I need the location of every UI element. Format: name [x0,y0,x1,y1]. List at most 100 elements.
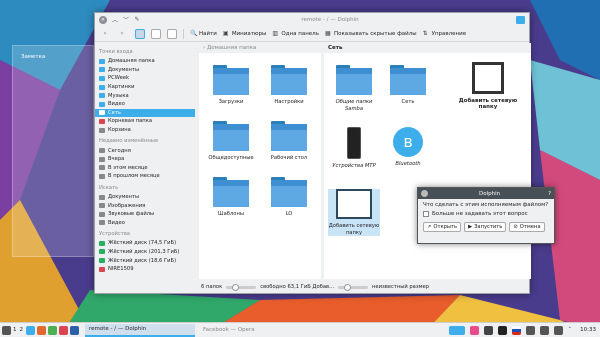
places-item[interactable]: Корневая папка [95,117,195,126]
tray-monitor-icon[interactable] [484,325,494,335]
clock[interactable]: 10:33 [580,327,596,333]
places-item[interactable]: Жёсткий диск (18,6 ГиБ) [95,256,195,265]
folder-item[interactable]: Загрузки [205,65,257,106]
folder-item[interactable]: Настройки [263,65,315,106]
network-item-label: Сеть [401,99,415,105]
battery-icon[interactable] [554,325,564,335]
chrome-launcher-icon[interactable] [48,325,57,335]
task-dolphin[interactable]: remote - / — Dolphin [85,323,195,337]
find-button[interactable]: 🔍 Найти [190,30,217,37]
network-item-bluetooth[interactable]: ʙ Bluetooth [382,127,434,168]
opera-launcher-icon[interactable] [59,325,68,335]
places-item[interactable]: Документы [95,66,195,75]
places-item[interactable]: Видео [95,100,195,109]
places-item[interactable]: Вчера [95,155,195,164]
run-button[interactable]: ▶ Запустить [464,222,507,232]
dolphin-launcher-icon[interactable] [26,325,35,335]
tray-up-icon[interactable]: ˄ [568,327,571,333]
forward-icon[interactable]: › [118,30,126,37]
breadcrumb-right[interactable]: Сеть [324,43,531,53]
window-up-icon[interactable]: ︿ [111,15,119,24]
places-item[interactable]: В этом месяце [95,164,195,173]
folder-icon [213,65,249,95]
status-bar: 6 папок свободно 63,1 ГиБ Добав... неизв… [199,281,531,293]
places-item-label: Музыка [108,92,129,99]
kde-menu-icon[interactable] [2,325,11,335]
folder-item[interactable]: Шаблоны [205,177,257,218]
places-item[interactable]: В прошлом месяце [95,172,195,181]
add-network-folder-icon [472,62,504,94]
places-item[interactable]: Домашняя папка [95,57,195,66]
desktop-2-label[interactable]: 2 [20,327,24,333]
places-item[interactable]: Звуковые файлы [95,210,195,219]
places-item[interactable]: Жёсткий диск (201,3 ГиБ) [95,248,195,257]
dont-ask-checkbox[interactable]: Больше не задавать этот вопрос [423,211,549,217]
split-button[interactable]: ▥ Одна панель [272,30,319,37]
title-bar[interactable]: × ︿ ﹀ ✎ remote - / — Dolphin [95,13,529,26]
places-item[interactable]: Жёсткий диск (74,5 ГиБ) [95,239,195,248]
add-network-folder-action[interactable]: Добавить сетевую папку [449,62,527,110]
control-button[interactable]: ⇅ Управление [423,30,467,37]
tray-app-icon[interactable] [449,325,466,335]
task-opera-label: Facebook — Opera [203,327,255,333]
volume-icon[interactable] [540,325,550,335]
places-item-network[interactable]: Сеть [95,108,195,118]
network-item-mtp[interactable]: Устройства MTP [328,127,380,170]
zoom-slider-handle[interactable] [344,283,352,291]
zoom-slider-handle[interactable] [232,283,240,291]
details-view-button[interactable] [167,28,177,39]
calendar-icon [99,156,105,162]
left-view-pane[interactable]: › Домашняя папка Загрузки Настройки Обще… [199,43,321,279]
network-item-samba[interactable]: Общие папки Samba [328,65,380,112]
search-icon: 🔍 [190,30,198,37]
firefox-launcher-icon[interactable] [37,325,46,335]
folder-item[interactable]: LO [263,177,315,218]
places-item[interactable]: Сегодня [95,146,195,155]
places-item[interactable]: Музыка [95,91,195,100]
places-item-label: NIRE1509 [108,266,134,273]
split-label: Одна панель [281,30,319,37]
places-item-label: В прошлом месяце [108,173,160,180]
network-tray-icon[interactable] [526,325,536,335]
folder-item[interactable]: Рабочий стол [263,121,315,162]
folder-label: Общедоступные [208,155,254,161]
places-item[interactable]: Картинки [95,83,195,92]
office-launcher-icon[interactable] [70,325,79,335]
zoom-slider[interactable] [226,283,257,291]
zoom-slider-right[interactable] [338,283,369,291]
desktop-panel-widget[interactable]: Заметка [12,45,94,257]
open-button[interactable]: ↗ Открыть [423,222,462,232]
tray-paint-icon[interactable] [470,325,480,335]
network-item-label: Общие папки Samba [335,99,373,112]
places-item[interactable]: Видео [95,219,195,228]
dialog-title-bar[interactable]: Dolphin ? [418,188,554,199]
network-item-add[interactable]: Добавить сетевую папку [328,189,380,236]
breadcrumb-left[interactable]: › Домашняя папка [199,43,321,53]
desktop-1-label[interactable]: 1 [13,327,17,333]
places-item-label: Видео [108,219,125,226]
window-down-icon[interactable]: ﹀ [122,15,130,24]
back-icon[interactable]: ‹ [101,30,109,37]
places-item-label: Домашняя папка [108,58,155,65]
window-pin-icon[interactable]: ✎ [133,16,141,23]
network-item-network[interactable]: Сеть [382,65,434,106]
folder-item[interactable]: Общедоступные [205,121,257,162]
task-opera[interactable]: Facebook — Opera [199,324,319,337]
tray-terminal-icon[interactable] [498,325,508,335]
dialog-close-icon[interactable] [421,190,428,197]
compact-view-button[interactable] [151,28,161,39]
help-icon[interactable]: ? [548,191,551,197]
hidden-files-button[interactable]: ▦ Показывать скрытые файлы [325,30,417,37]
icons-view-button[interactable] [135,28,145,39]
window-close-icon[interactable]: × [99,15,107,24]
keyboard-layout-icon[interactable] [512,325,522,335]
checkbox-box[interactable] [423,211,429,217]
places-item[interactable]: PCWeek [95,74,195,83]
places-item-label: Жёсткий диск (74,5 ГиБ) [108,240,177,247]
places-item[interactable]: Документы [95,193,195,202]
preview-button[interactable]: ▣ Миниатюры [223,30,267,37]
places-item[interactable]: Изображения [95,201,195,210]
places-item[interactable]: NIRE1509 [95,265,195,274]
places-item[interactable]: Корзина [95,126,195,135]
cancel-button[interactable]: ⊘ Отмена [509,222,545,232]
